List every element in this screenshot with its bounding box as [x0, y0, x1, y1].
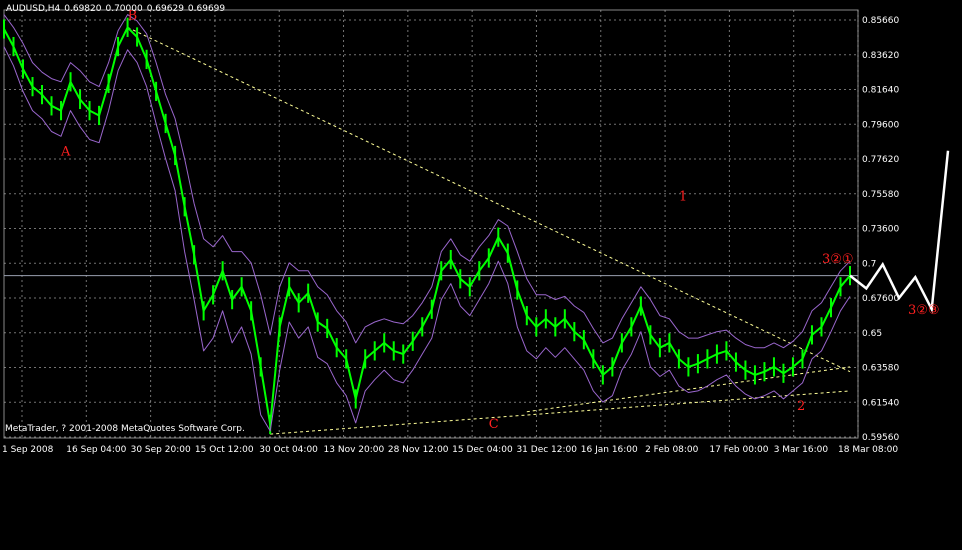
chart: 0.85660 0.83620 0.81640 0.79600 0.77620 0.755…: [0, 0, 962, 546]
y-tick-label: 0.61540: [862, 398, 899, 408]
wave-label: 1: [679, 189, 687, 204]
x-tick-label: 3 Mar 16:00: [774, 445, 829, 455]
y-tick-label: 0.83620: [862, 51, 899, 61]
open-value: 0.69820: [64, 4, 102, 14]
x-tick-label: 16 Sep 04:00: [66, 445, 126, 455]
x-tick-label: 30 Sep 20:00: [131, 445, 191, 455]
upper-trendline: [127, 26, 851, 373]
wave-label: 2: [797, 399, 805, 414]
wave-label: A: [60, 144, 71, 159]
copyright-text: MetaTrader, ? 2001-2008 MetaQuotes Softw…: [5, 424, 245, 434]
x-tick-label: 30 Oct 04:00: [259, 445, 318, 455]
symbol-label: AUDUSD,H4: [6, 4, 61, 14]
lower-band-series: [3, 46, 851, 432]
price-series: [3, 26, 851, 426]
x-tick-label: 13 Nov 20:00: [324, 445, 385, 455]
x-tick-label: 15 Dec 04:00: [452, 445, 513, 455]
x-tick-label: 15 Oct 12:00: [195, 445, 254, 455]
y-tick-label: 0.63580: [862, 364, 899, 374]
high-value: 0.70000: [105, 4, 143, 14]
low-value: 0.69629: [146, 4, 184, 14]
y-tick-label: 0.67600: [862, 294, 899, 304]
x-tick-label: 28 Nov 12:00: [388, 445, 449, 455]
y-tick-label: 0.7: [862, 259, 876, 269]
x-tick-label: 2 Feb 08:00: [645, 445, 699, 455]
plot-frame: [3, 9, 859, 439]
chart-canvas: 0.85660 0.83620 0.81640 0.79600 0.77620 0.755…: [2, 8, 950, 455]
x-tick-label: 18 Mar 08:00: [838, 445, 898, 455]
wave-label: C: [489, 417, 499, 432]
y-tick-label: 0.81640: [862, 86, 899, 96]
close-value: 0.69699: [187, 4, 226, 14]
y-tick-label: 0.77620: [862, 155, 899, 165]
x-tick-label: 31 Dec 12:00: [516, 445, 577, 455]
y-tick-label: 0.73600: [862, 225, 899, 235]
wave-label: 3②③: [908, 303, 940, 318]
chart-header: AUDUSD,H4 0.69820 0.70000 0.69629 0.69699: [6, 4, 229, 14]
y-tick-label: 0.85660: [862, 16, 899, 26]
x-tick-label: 1 Sep 2008: [2, 445, 54, 455]
y-tick-label: 0.59560: [862, 433, 899, 443]
wave-label: 3②①: [822, 252, 854, 267]
x-tick-label: 17 Feb 00:00: [709, 445, 768, 455]
y-tick-label: 0.65: [862, 329, 882, 339]
x-tick-label: 16 Jan 16:00: [581, 445, 638, 455]
y-tick-label: 0.75580: [862, 190, 899, 200]
y-tick-label: 0.79600: [862, 120, 899, 130]
lower-trendline-1: [270, 390, 851, 435]
